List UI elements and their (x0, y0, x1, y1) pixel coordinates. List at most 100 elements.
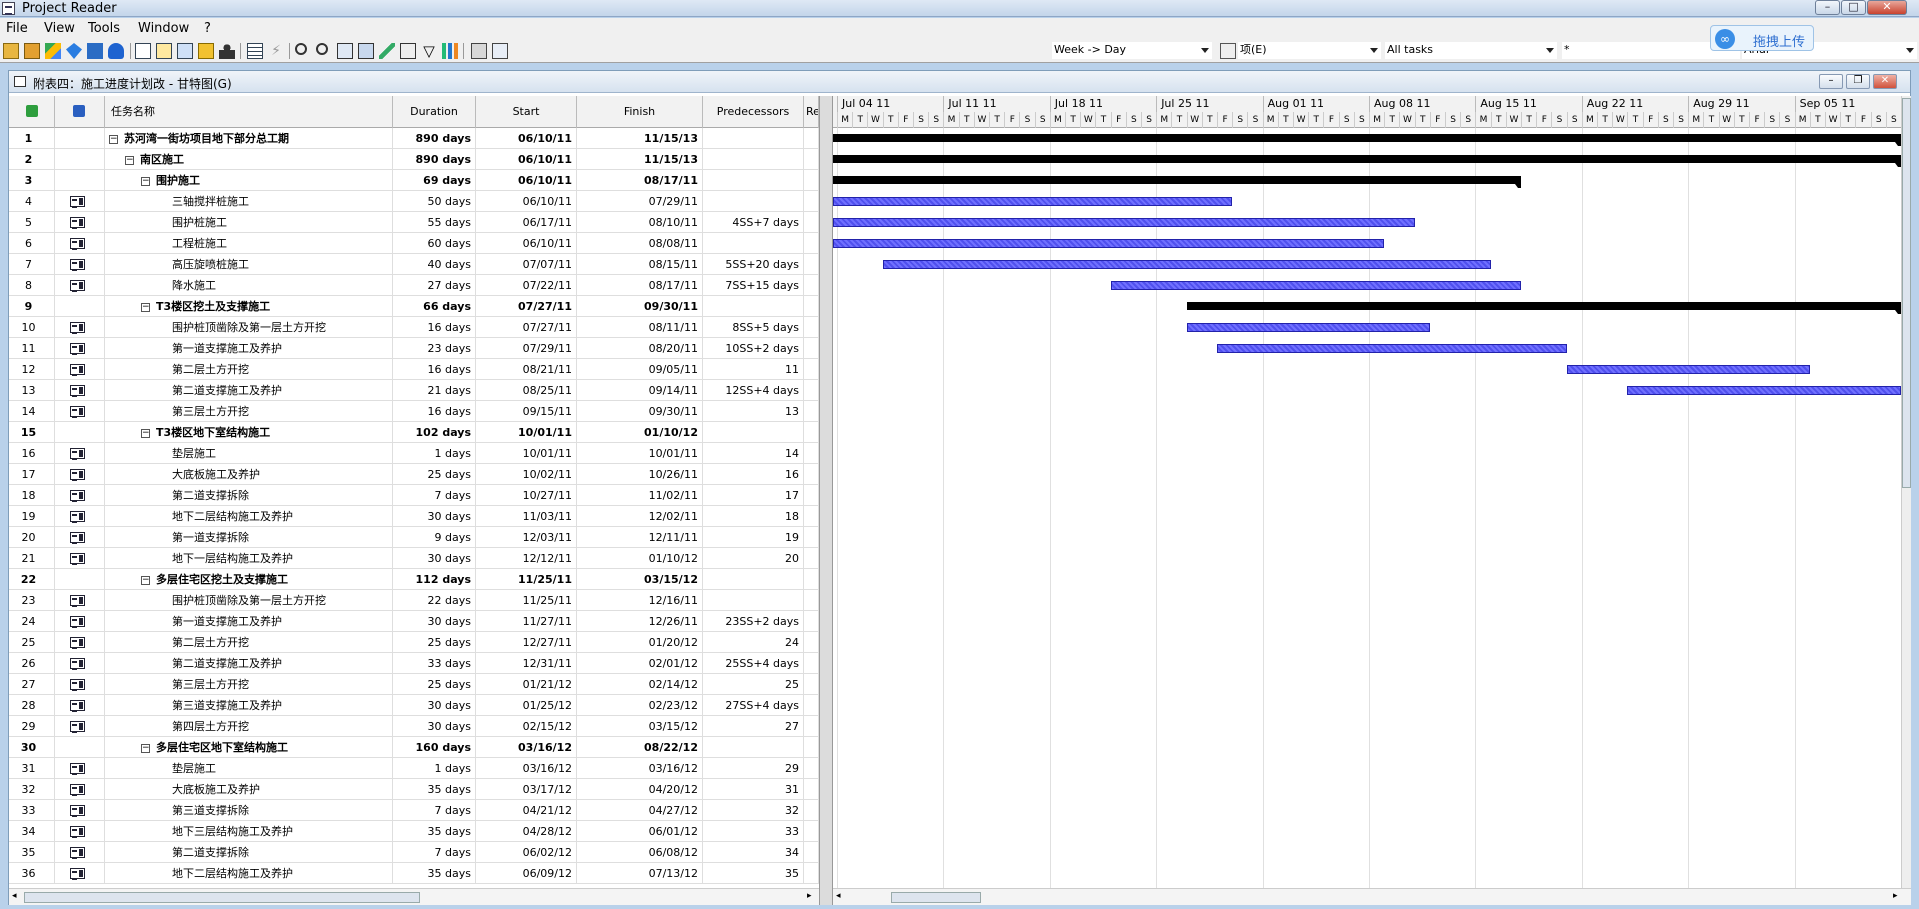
row-predecessors[interactable]: 18 (703, 506, 804, 527)
row-finish[interactable]: 11/15/13 (577, 149, 703, 170)
row-task-name[interactable]: 垫层施工 (105, 443, 393, 464)
row-finish[interactable]: 12/26/11 (577, 611, 703, 632)
row-duration[interactable]: 66 days (393, 296, 476, 317)
row-predecessors[interactable]: 29 (703, 758, 804, 779)
row-predecessors[interactable] (703, 149, 804, 170)
row-resources[interactable] (804, 149, 819, 170)
table-row[interactable]: 31 垫层施工 1 days 03/16/12 03/16/12 29 (9, 758, 819, 779)
table-row[interactable]: 21 地下一层结构施工及养护 30 days 12/12/11 01/10/12 20 (9, 548, 819, 569)
row-duration[interactable]: 16 days (393, 317, 476, 338)
row-start[interactable]: 07/22/11 (476, 275, 577, 296)
row-duration[interactable]: 22 days (393, 590, 476, 611)
row-predecessors[interactable]: 10SS+2 days (703, 338, 804, 359)
table-row[interactable]: 1− 苏河湾一街坊项目地下部分总工期 890 days 06/10/11 11/15/1… (9, 128, 819, 149)
row-finish[interactable]: 08/20/11 (577, 338, 703, 359)
row-finish[interactable]: 07/29/11 (577, 191, 703, 212)
table-scroll-thumb[interactable] (24, 892, 420, 903)
row-finish[interactable]: 12/11/11 (577, 527, 703, 548)
row-resources[interactable] (804, 800, 819, 821)
row-predecessors[interactable]: 34 (703, 842, 804, 863)
scroll-right-icon[interactable]: ▸ (1893, 891, 1898, 901)
print-preview-icon[interactable] (492, 43, 508, 59)
row-predecessors[interactable]: 25 (703, 674, 804, 695)
row-task-name[interactable]: 围护桩顶凿除及第一层土方开挖 (105, 317, 393, 338)
row-task-name[interactable]: 第二道支撑施工及养护 (105, 380, 393, 401)
row-task-name[interactable]: 降水施工 (105, 275, 393, 296)
indicators-header[interactable] (55, 96, 105, 128)
collapse-icon[interactable]: − (141, 302, 150, 312)
row-duration[interactable]: 1 days (393, 758, 476, 779)
table-row[interactable]: 10 围护桩顶凿除及第一层土方开挖 16 days 07/27/11 08/11/11 8… (9, 317, 819, 338)
row-predecessors[interactable]: 4SS+7 days (703, 212, 804, 233)
row-finish[interactable]: 03/15/12 (577, 569, 703, 590)
table-row[interactable]: 23 围护桩顶凿除及第一层土方开挖 22 days 11/25/11 12/16/11 (9, 590, 819, 611)
table-row[interactable]: 32 大底板施工及养护 35 days 03/17/12 04/20/12 31 (9, 779, 819, 800)
row-predecessors[interactable]: 31 (703, 779, 804, 800)
row-duration[interactable]: 890 days (393, 149, 476, 170)
row-start[interactable]: 12/12/11 (476, 548, 577, 569)
table-row[interactable]: 9− T3楼区挖土及支撑施工 66 days 07/27/11 09/30/11 (9, 296, 819, 317)
table-row[interactable]: 3− 围护施工 69 days 06/10/11 08/17/11 (9, 170, 819, 191)
notes-icon[interactable] (198, 43, 214, 59)
row-task-name[interactable]: 地下三层结构施工及养护 (105, 821, 393, 842)
summary-bar[interactable] (833, 134, 1901, 146)
row-resources[interactable] (804, 212, 819, 233)
menu-help[interactable]: ? (204, 21, 211, 36)
close-button[interactable]: ✕ (1867, 0, 1907, 15)
row-duration[interactable]: 25 days (393, 464, 476, 485)
row-finish[interactable]: 02/01/12 (577, 653, 703, 674)
column-header-predecessors[interactable]: Predecessors (703, 96, 804, 128)
row-predecessors[interactable] (703, 296, 804, 317)
row-finish[interactable]: 01/10/12 (577, 548, 703, 569)
menu-tools[interactable]: Tools (88, 21, 120, 36)
row-resources[interactable] (804, 359, 819, 380)
row-predecessors[interactable]: 11 (703, 359, 804, 380)
row-finish[interactable]: 04/27/12 (577, 800, 703, 821)
row-duration[interactable]: 30 days (393, 695, 476, 716)
row-finish[interactable]: 08/17/11 (577, 170, 703, 191)
row-resources[interactable] (804, 737, 819, 758)
row-duration[interactable]: 40 days (393, 254, 476, 275)
row-task-name[interactable]: − T3楼区地下室结构施工 (105, 422, 393, 443)
row-start[interactable]: 11/25/11 (476, 590, 577, 611)
row-finish[interactable]: 10/01/11 (577, 443, 703, 464)
table-row[interactable]: 19 地下二层结构施工及养护 30 days 11/03/11 12/02/11 18 (9, 506, 819, 527)
gantt-horizontal-scrollbar[interactable]: ◂ ▸ (833, 888, 1911, 905)
row-predecessors[interactable]: 20 (703, 548, 804, 569)
row-finish[interactable]: 08/17/11 (577, 275, 703, 296)
row-task-name[interactable]: 三轴搅拌桩施工 (105, 191, 393, 212)
person-icon[interactable] (219, 43, 235, 59)
row-task-name[interactable]: 高压旋喷桩施工 (105, 254, 393, 275)
copy-icon[interactable] (337, 43, 353, 59)
row-duration[interactable]: 7 days (393, 800, 476, 821)
row-finish[interactable]: 02/14/12 (577, 674, 703, 695)
row-finish[interactable]: 12/02/11 (577, 506, 703, 527)
row-task-name[interactable]: − 围护施工 (105, 170, 393, 191)
scroll-right-icon[interactable]: ▸ (807, 891, 812, 901)
filter-select[interactable]: All tasks (1385, 42, 1557, 59)
row-start[interactable]: 04/28/12 (476, 821, 577, 842)
minimize-button[interactable]: – (1815, 0, 1840, 15)
table-row[interactable]: 6 工程桩施工 60 days 06/10/11 08/08/11 (9, 233, 819, 254)
row-start[interactable]: 08/21/11 (476, 359, 577, 380)
table-row[interactable]: 16 垫层施工 1 days 10/01/11 10/01/11 14 (9, 443, 819, 464)
row-start[interactable]: 03/16/12 (476, 758, 577, 779)
row-task-name[interactable]: 第一道支撑施工及养护 (105, 611, 393, 632)
table-row[interactable]: 26 第二道支撑施工及养护 33 days 12/31/11 02/01/12 25SS+… (9, 653, 819, 674)
row-resources[interactable] (804, 380, 819, 401)
row-finish[interactable]: 09/30/11 (577, 401, 703, 422)
row-resources[interactable] (804, 233, 819, 254)
column-header-duration[interactable]: Duration (393, 96, 476, 128)
row-finish[interactable]: 09/30/11 (577, 296, 703, 317)
row-duration[interactable]: 35 days (393, 821, 476, 842)
task-bar[interactable] (833, 218, 1415, 227)
onedrive-icon[interactable] (108, 43, 124, 59)
bar-chart-icon[interactable] (442, 43, 458, 59)
row-resources[interactable] (804, 296, 819, 317)
row-duration[interactable]: 7 days (393, 842, 476, 863)
page-icon[interactable] (358, 43, 374, 59)
table-row[interactable]: 8 降水施工 27 days 07/22/11 08/17/11 7SS+15 days (9, 275, 819, 296)
baidu-upload-widget[interactable]: ∞ 拖拽上传 (1710, 25, 1814, 51)
row-predecessors[interactable] (703, 569, 804, 590)
dropbox-icon[interactable] (66, 43, 82, 59)
